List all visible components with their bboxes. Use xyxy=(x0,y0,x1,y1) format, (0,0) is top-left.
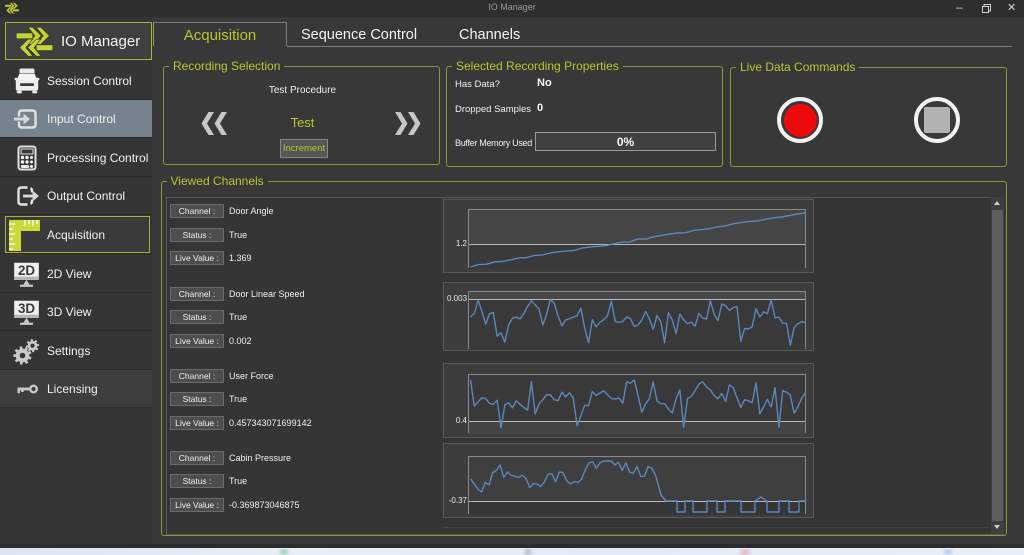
svg-text:3D: 3D xyxy=(18,301,35,316)
svg-text:2D: 2D xyxy=(18,263,35,278)
